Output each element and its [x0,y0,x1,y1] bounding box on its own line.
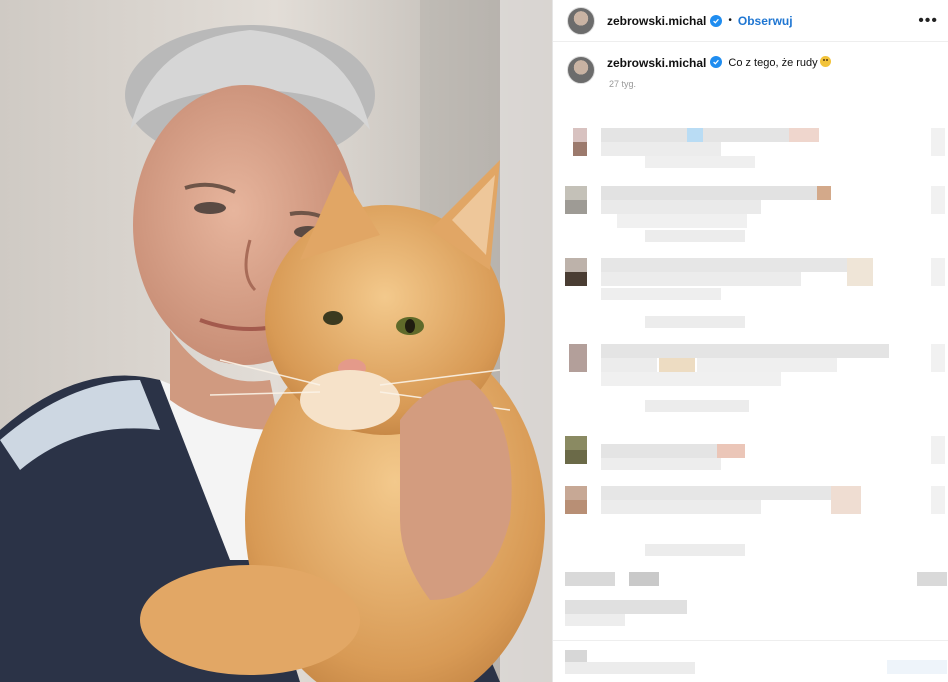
author-avatar[interactable] [567,6,595,35]
emoji-icon-blur [565,650,587,662]
like-icon-blur [931,128,945,156]
save-icon-blur [917,572,947,586]
comment-meta-blur [645,316,745,328]
comment-avatar-blur [565,436,587,450]
comment-avatar-blur [565,486,587,500]
comment-text-blur [617,214,747,228]
post-photo[interactable] [0,0,552,682]
post-caption: zebrowski.michal Co z tego, że rudy [553,42,948,84]
likes-count-blur [565,600,687,614]
like-icon-blur [931,436,945,464]
comment-avatar-blur [573,142,587,156]
verified-badge-icon [710,14,723,27]
comment-meta-blur [645,156,755,168]
comment-text-blur [687,128,703,142]
verified-badge-icon [710,56,723,68]
comment-avatar-blur [569,344,587,372]
comment-text-blur [601,344,889,358]
comment-text-blur [601,458,721,470]
like-icon-blur [931,186,945,214]
comment-text-blur [601,288,721,300]
comment-text-blur [659,358,695,372]
comment-avatar-blur [565,200,587,214]
comment-avatar-blur [573,128,587,142]
divider [553,640,948,641]
comment-meta-blur [645,400,749,412]
comment-text-blur [601,358,657,372]
comment-avatar-blur [565,272,587,286]
comment-text-blur [601,258,873,272]
comment-text-blur [601,272,801,286]
comment-text-blur [817,186,831,200]
caption-avatar[interactable] [567,56,595,84]
comment-text-blur [601,142,721,156]
caption-username[interactable]: zebrowski.michal [607,56,706,70]
comment-avatar-blur [565,450,587,464]
comment-text-blur [601,372,781,386]
like-icon-blur [931,344,945,372]
comment-text-blur [601,128,819,142]
comment-meta-blur [645,230,745,242]
post-time: 27 tyg. [609,79,637,89]
post-header: zebrowski.michal • Obserwuj ••• [553,0,948,42]
comment-avatar-blur [565,258,587,272]
comment-text-blur [601,486,861,500]
action-icons-blur [629,572,659,586]
comment-text-blur [831,486,861,514]
action-icons-blur [565,572,615,586]
comment-text-blur [789,128,819,142]
comment-text-blur [601,500,761,514]
comment-text-blur [601,186,817,200]
publish-button-blur[interactable] [887,660,947,674]
comment-text-blur [847,258,873,286]
like-icon-blur [931,258,945,286]
comment-text-blur [697,358,837,372]
instagram-post-view: zebrowski.michal • Obserwuj ••• zebrowsk… [0,0,948,682]
comment-input-blur[interactable] [565,662,695,674]
post-sidebar: zebrowski.michal • Obserwuj ••• zebrowsk… [552,0,948,682]
like-icon-blur [931,486,945,514]
caption-text: Co z tego, że rudy [728,56,831,69]
comment-avatar-blur [565,186,587,200]
follow-button[interactable]: Obserwuj [738,14,793,28]
post-date-blur [565,614,625,626]
comment-text-blur [601,200,761,214]
photo-illustration [0,0,552,682]
comment-meta-blur [645,544,745,556]
separator-dot: • [728,15,732,26]
author-username[interactable]: zebrowski.michal [607,14,706,28]
grinning-face-icon [819,56,831,67]
more-options-icon[interactable]: ••• [918,12,938,30]
comment-text-blur [717,444,745,458]
comment-avatar-blur [565,500,587,514]
